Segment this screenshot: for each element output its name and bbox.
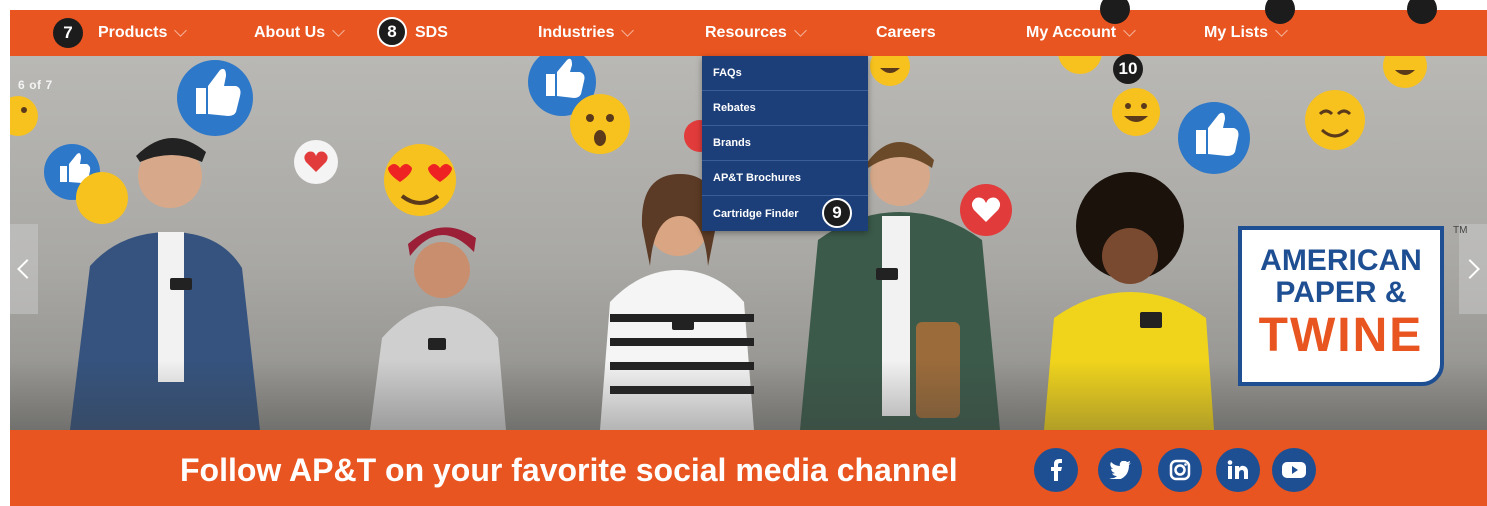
- annotation-badge: 10: [1113, 54, 1143, 84]
- carousel-current: 6: [18, 78, 26, 92]
- chevron-down-icon: [1275, 24, 1288, 37]
- nav-item-label: Careers: [876, 24, 936, 41]
- emoji-icon: [1058, 56, 1102, 74]
- nav-item-about-us[interactable]: About Us: [254, 10, 345, 56]
- nav-item-products[interactable]: Products: [98, 10, 188, 56]
- carousel-prev-button[interactable]: [10, 224, 38, 314]
- thumbs-up-icon: [177, 60, 253, 136]
- emoji-icon: [1383, 56, 1427, 88]
- logo-line-twine: TWINE: [1258, 309, 1424, 362]
- emoji-icon: [1305, 90, 1365, 150]
- linkedin-icon[interactable]: [1216, 448, 1260, 492]
- nav-item-careers[interactable]: Careers: [876, 10, 936, 56]
- instagram-icon[interactable]: [1158, 448, 1202, 492]
- nav-item-label: Industries: [538, 24, 615, 41]
- thumbs-up-icon: [1178, 102, 1250, 174]
- nav-item-label: Products: [98, 24, 168, 41]
- logo-line-paper: PAPER &: [1275, 276, 1407, 309]
- menu-item-faqs[interactable]: FAQs: [702, 56, 868, 91]
- trademark-mark: TM: [1453, 225, 1468, 236]
- chevron-down-icon: [1123, 24, 1136, 37]
- facebook-icon[interactable]: [1034, 448, 1078, 492]
- main-nav: 7 Products About Us 8 SDS Industries Res…: [10, 0, 1487, 56]
- chevron-down-icon: [793, 24, 807, 37]
- heart-icon: [960, 184, 1012, 236]
- nav-item-resources[interactable]: Resources: [705, 10, 807, 56]
- carousel-of: of: [29, 78, 42, 92]
- emoji-icon: [570, 94, 630, 154]
- menu-item-brands[interactable]: Brands: [702, 126, 868, 161]
- annotation-badge: 8: [377, 17, 407, 47]
- nav-item-label: Resources: [705, 24, 787, 41]
- heart-eyes-emoji-icon: [384, 144, 456, 216]
- chevron-down-icon: [332, 24, 345, 37]
- annotation-badge-top: [1407, 0, 1437, 24]
- page: 7 Products About Us 8 SDS Industries Res…: [0, 0, 1487, 506]
- nav-item-my-account[interactable]: My Account: [1026, 10, 1136, 56]
- social-banner: Follow AP&T on your favorite social medi…: [10, 430, 1487, 506]
- nav-item-label: My Account: [1026, 24, 1117, 41]
- nav-item-label: My Lists: [1204, 24, 1269, 41]
- chevron-left-icon: [17, 259, 37, 279]
- emoji-icon: [76, 172, 128, 224]
- twitter-icon[interactable]: [1098, 448, 1142, 492]
- nav-item-industries[interactable]: Industries: [538, 10, 635, 56]
- annotation-badge: 9: [822, 198, 852, 228]
- chevron-right-icon: [1460, 259, 1480, 279]
- menu-item-rebates[interactable]: Rebates: [702, 91, 868, 126]
- carousel-next-button[interactable]: [1459, 224, 1487, 314]
- chevron-down-icon: [174, 24, 188, 37]
- emoji-icon: [870, 56, 910, 86]
- nav-item-label: About Us: [254, 24, 326, 41]
- annotation-badge: 7: [53, 18, 83, 48]
- chevron-down-icon: [621, 24, 635, 37]
- nav-item-my-lists[interactable]: My Lists: [1204, 10, 1288, 56]
- emoji-icon: [10, 96, 38, 136]
- social-banner-text: Follow AP&T on your favorite social medi…: [180, 452, 958, 488]
- emoji-icon: [1112, 88, 1160, 136]
- carousel-total: 7: [45, 78, 53, 92]
- youtube-icon[interactable]: [1272, 448, 1316, 492]
- heart-icon: [294, 140, 338, 184]
- menu-item-brochures[interactable]: AP&T Brochures: [702, 161, 868, 196]
- logo-line-american: AMERICAN: [1260, 244, 1422, 277]
- carousel-counter: 6 of 7: [18, 78, 57, 92]
- apt-logo: AMERICAN PAPER & TWINE: [1238, 226, 1444, 386]
- nav-item-label: SDS: [415, 24, 448, 41]
- nav-item-sds[interactable]: SDS: [415, 10, 448, 56]
